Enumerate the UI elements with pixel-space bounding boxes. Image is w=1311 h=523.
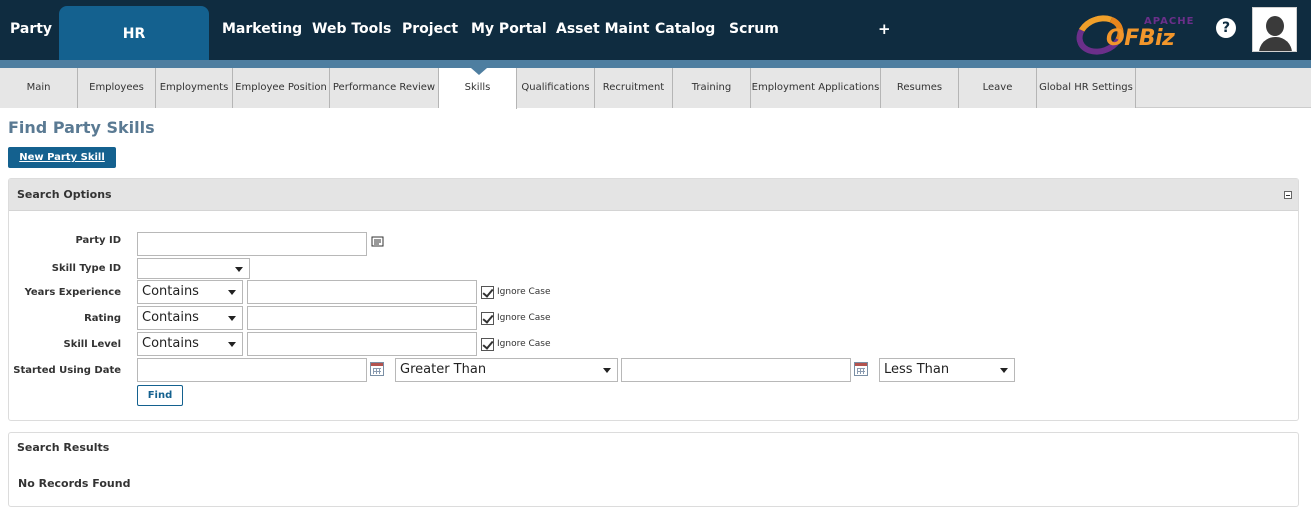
new-party-skill-button[interactable]: New Party Skill (8, 147, 116, 168)
skill-level-operator-select[interactable]: Contains (137, 332, 243, 356)
started-using-date-from-input[interactable] (137, 358, 367, 382)
party-id-label: Party ID (75, 235, 121, 246)
logo-ofbiz-text: OFBiz (1106, 26, 1175, 51)
tab-leave[interactable]: Leave (959, 68, 1037, 108)
search-options-header[interactable]: Search Options (9, 179, 1298, 211)
search-options-title: Search Options (17, 188, 112, 201)
years-experience-input[interactable] (247, 280, 477, 304)
years-experience-label: Years Experience (24, 287, 121, 298)
skill-level-ignore-case-label: Ignore Case (497, 339, 551, 349)
tab-employee-position[interactable]: Employee Position (233, 68, 330, 108)
lookup-icon[interactable] (371, 236, 385, 248)
menu-party[interactable]: Party (10, 0, 52, 60)
started-using-date-from-operator-value: Greater Than (400, 362, 487, 377)
calendar-icon[interactable] (854, 362, 868, 376)
sub-header-strip (0, 60, 1311, 68)
hr-tab-bar: Main Employees Employments Employee Posi… (0, 68, 1311, 109)
years-experience-operator-value: Contains (142, 284, 199, 299)
tab-employments[interactable]: Employments (156, 68, 233, 108)
tab-employment-applications[interactable]: Employment Applications (751, 68, 881, 108)
chevron-down-icon (228, 316, 236, 321)
chevron-down-icon (603, 368, 611, 373)
started-using-date-thru-input[interactable] (621, 358, 851, 382)
help-icon[interactable]: ? (1216, 18, 1236, 38)
menu-project[interactable]: Project (402, 0, 458, 60)
add-menu-icon[interactable]: + (878, 0, 891, 60)
rating-operator-select[interactable]: Contains (137, 306, 243, 330)
skill-level-label: Skill Level (63, 339, 122, 350)
started-using-date-thru-operator-select[interactable]: Less Than (879, 358, 1015, 382)
user-avatar[interactable] (1252, 7, 1297, 52)
skill-type-id-select[interactable] (137, 258, 250, 279)
tab-resumes[interactable]: Resumes (881, 68, 959, 108)
avatar-body-icon (1259, 37, 1292, 51)
started-using-date-label: Started Using Date (13, 365, 121, 376)
tab-training[interactable]: Training (673, 68, 751, 108)
search-results-title: Search Results (17, 441, 110, 454)
started-using-date-thru-operator-value: Less Than (884, 362, 950, 377)
menu-my-portal[interactable]: My Portal (471, 0, 547, 60)
avatar-head-icon (1266, 16, 1284, 36)
years-experience-ignore-case-checkbox[interactable] (481, 286, 494, 299)
years-experience-operator-select[interactable]: Contains (137, 280, 243, 304)
calendar-icon[interactable] (370, 362, 384, 376)
years-experience-ignore-case-label: Ignore Case (497, 287, 551, 297)
chevron-down-icon (1000, 368, 1008, 373)
tab-employees[interactable]: Employees (78, 68, 156, 108)
skill-level-operator-value: Contains (142, 336, 199, 351)
rating-input[interactable] (247, 306, 477, 330)
menu-asset-maint[interactable]: Asset Maint (556, 0, 649, 60)
menu-marketing[interactable]: Marketing (222, 0, 302, 60)
collapse-icon[interactable] (1284, 191, 1292, 199)
no-records-message: No Records Found (18, 477, 131, 490)
page-title: Find Party Skills (8, 118, 155, 137)
tab-performance-review[interactable]: Performance Review (330, 68, 439, 108)
active-tab-pointer-icon (471, 68, 487, 75)
party-id-input[interactable] (137, 232, 367, 256)
menu-scrum[interactable]: Scrum (729, 0, 779, 60)
find-button[interactable]: Find (137, 385, 183, 406)
skill-level-ignore-case-checkbox[interactable] (481, 338, 494, 351)
top-navigation-bar: Party HR Marketing Web Tools Project My … (0, 0, 1311, 62)
rating-label: Rating (84, 313, 121, 324)
menu-web-tools[interactable]: Web Tools (312, 0, 391, 60)
ofbiz-logo[interactable]: APACHE OFBiz (1070, 8, 1202, 62)
tab-recruitment[interactable]: Recruitment (595, 68, 673, 108)
chevron-down-icon (228, 290, 236, 295)
search-results-panel (8, 432, 1299, 507)
chevron-down-icon (235, 267, 243, 272)
chevron-down-icon (228, 342, 236, 347)
rating-ignore-case-checkbox[interactable] (481, 312, 494, 325)
started-using-date-from-operator-select[interactable]: Greater Than (395, 358, 618, 382)
skill-type-id-label: Skill Type ID (51, 263, 121, 274)
skill-level-input[interactable] (247, 332, 477, 356)
tab-global-hr-settings[interactable]: Global HR Settings (1037, 68, 1136, 108)
menu-catalog[interactable]: Catalog (655, 0, 715, 60)
rating-operator-value: Contains (142, 310, 199, 325)
tab-main[interactable]: Main (0, 68, 78, 108)
menu-hr[interactable]: HR (59, 6, 209, 60)
rating-ignore-case-label: Ignore Case (497, 313, 551, 323)
tab-qualifications[interactable]: Qualifications (517, 68, 595, 108)
